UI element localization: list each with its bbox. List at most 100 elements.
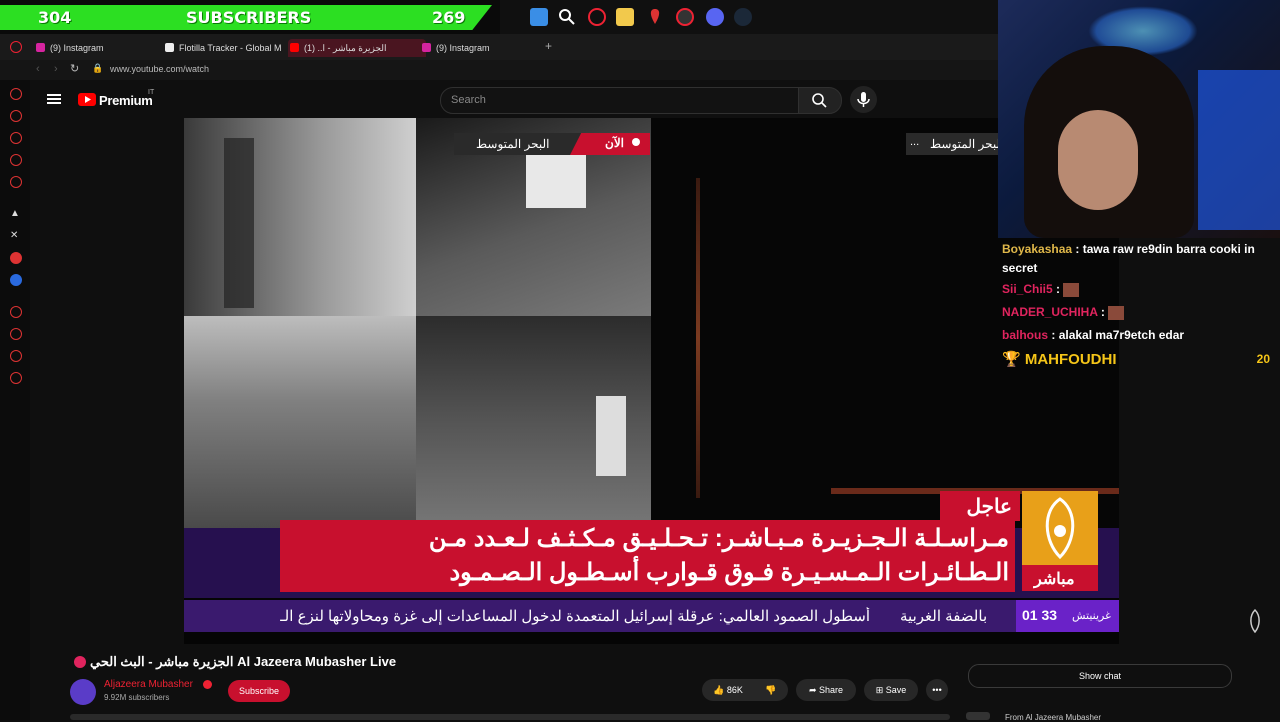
instagram-icon <box>422 43 431 52</box>
forward-icon[interactable]: › <box>54 63 58 75</box>
x-twitter-icon[interactable]: ✕ <box>10 230 18 241</box>
trophy-icon: 🏆 <box>1002 351 1021 368</box>
ticker-time: 01 33 <box>1022 607 1058 623</box>
chat-username: Boyakashaa <box>1002 242 1073 256</box>
microphone-icon <box>857 92 870 107</box>
country-code: IT <box>148 89 155 96</box>
steam-icon[interactable] <box>734 8 752 26</box>
sidebar-icon[interactable] <box>10 176 22 188</box>
windows-start-icon[interactable] <box>530 8 548 26</box>
channel-name[interactable]: Aljazeera Mubasher <box>104 679 193 690</box>
map-pin-icon[interactable] <box>646 8 664 26</box>
search-placeholder: Search <box>451 94 486 106</box>
chat-username: NADER_UCHIHA <box>1002 305 1098 319</box>
location-label-right: لبحر المتوسط <box>930 137 1001 151</box>
emote-icon <box>1108 305 1125 320</box>
search-input[interactable]: Search <box>440 87 800 114</box>
leader-name: MAHFOUDHI <box>1024 351 1117 368</box>
headline-line-2: الـطـائـرات الـمـسـيـرة فـوق قـوارب أسـط… <box>449 559 1009 586</box>
subscriber-label: SUBSCRIBERS <box>186 8 312 27</box>
headline-line-1: مـراسـلـة الـجـزيـرة مـبـاشـر: تـحـلـيـق… <box>428 525 1009 552</box>
youtube-logo-icon[interactable] <box>78 93 96 106</box>
tab-label: (9) Instagram <box>50 43 104 53</box>
tab-label: Flotilla Tracker - Global M <box>179 43 282 53</box>
taskbar <box>500 0 1000 34</box>
opera-gx-icon[interactable] <box>588 8 606 26</box>
leader-score: 20 <box>1256 352 1270 366</box>
watermark-logo-icon <box>1246 608 1264 636</box>
sidebar-icon[interactable] <box>10 132 22 144</box>
opera-menu-icon[interactable] <box>10 41 22 53</box>
sidebar-icon[interactable] <box>10 372 22 384</box>
back-icon[interactable]: ‹ <box>36 63 40 75</box>
browser-sidebar: ▲ ✕ <box>0 80 30 720</box>
sidebar-icon[interactable]: ▲ <box>10 208 20 219</box>
sidebar-icon[interactable] <box>10 306 22 318</box>
gauge-icon[interactable] <box>676 8 694 26</box>
youtube-premium-label[interactable]: Premium <box>99 93 153 108</box>
subscriber-bar: 304 SUBSCRIBERS 269 <box>0 0 500 34</box>
globe-icon <box>165 43 174 52</box>
streamer-webcam <box>998 0 1280 238</box>
tab-aljazeera-active[interactable]: الجزيرة مباشر - ا.. (1) <box>288 39 426 57</box>
dislike-button[interactable]: 👎 <box>754 679 788 701</box>
ticker-zone: غرينيتش <box>1072 610 1111 622</box>
subscriber-count: 9.92M subscribers <box>104 693 170 702</box>
live-indicator-icon <box>74 656 86 668</box>
search-icon <box>812 93 827 108</box>
related-source-text: From Al Jazeera Mubasher <box>1005 713 1102 722</box>
channel-avatar[interactable] <box>70 679 96 705</box>
tab-instagram-1[interactable]: (9) Instagram <box>34 39 170 57</box>
chat-username: balhous <box>1002 328 1049 342</box>
ticker-clock: 01 33 غرينيتش <box>1016 600 1119 632</box>
like-button[interactable]: 👍 86K <box>702 679 754 701</box>
discord-icon[interactable] <box>706 8 724 26</box>
tab-instagram-2[interactable]: (9) Instagram <box>420 39 546 57</box>
chat-text: : <box>1056 282 1061 296</box>
chat-message: balhous : alakal ma7r9etch edar <box>1002 328 1184 342</box>
camera-feed-bottom-right <box>416 316 651 528</box>
live-dot-icon <box>632 138 640 146</box>
ticker-section: بالضفة الغربية <box>900 608 988 625</box>
reload-icon[interactable]: ↻ <box>70 62 79 75</box>
share-label: Share <box>819 685 844 695</box>
share-icon: ➦ <box>808 685 817 695</box>
folder-icon[interactable] <box>616 8 634 26</box>
address-bar: ‹ › ↻ 🔒 www.youtube.com/watch <box>0 60 1000 80</box>
more-actions-button[interactable]: ••• <box>926 679 948 701</box>
subscribe-button[interactable]: Subscribe <box>228 680 290 702</box>
sidebar-icon[interactable] <box>10 110 22 122</box>
chat-username: Sii_Chii5 <box>1002 282 1053 296</box>
voice-search-button[interactable] <box>850 86 877 113</box>
sidebar-icon[interactable] <box>10 252 22 264</box>
aljazeera-emblem-icon <box>1022 491 1098 565</box>
sidebar-icon[interactable] <box>10 328 22 340</box>
instagram-icon <box>36 43 45 52</box>
save-label: Save <box>885 685 907 695</box>
sidebar-icon[interactable] <box>10 88 22 100</box>
stream-chat-overlay: Boyakashaa : tawa raw re9din barra cooki… <box>998 238 1280 378</box>
tab-label: (9) Instagram <box>436 43 490 53</box>
sidebar-icon[interactable] <box>10 350 22 362</box>
new-tab-button[interactable]: + <box>545 39 552 53</box>
search-icon[interactable] <box>558 8 576 26</box>
save-button[interactable]: ⊞ Save <box>864 679 918 701</box>
video-title: الجزيرة مباشر - البث الحي Al Jazeera Mub… <box>90 654 397 669</box>
tab-label: الجزيرة مباشر - ا.. (1) <box>304 43 387 53</box>
sidebar-icon[interactable] <box>10 154 22 166</box>
video-info-area: الجزيرة مباشر - البث الحي Al Jazeera Mub… <box>30 645 1000 720</box>
youtube-icon <box>290 43 299 52</box>
search-button[interactable] <box>798 87 842 114</box>
description-box[interactable] <box>70 714 950 720</box>
tab-flotilla-tracker[interactable]: Flotilla Tracker - Global M <box>163 39 294 57</box>
url-field[interactable]: www.youtube.com/watch <box>110 64 209 74</box>
location-label: البحر المتوسط <box>476 137 550 151</box>
breaking-tag-label: عاجل <box>966 496 1012 518</box>
sidebar-icon[interactable] <box>10 274 22 286</box>
leaderboard-entry: 🏆 MAHFOUDHI <box>1002 350 1117 368</box>
mini-avatar <box>966 712 990 720</box>
show-chat-button[interactable]: Show chat <box>968 664 1232 688</box>
share-button[interactable]: ➦ Share <box>796 679 856 701</box>
camera-feed-top-left <box>184 118 416 316</box>
hamburger-menu-icon[interactable] <box>47 92 61 106</box>
